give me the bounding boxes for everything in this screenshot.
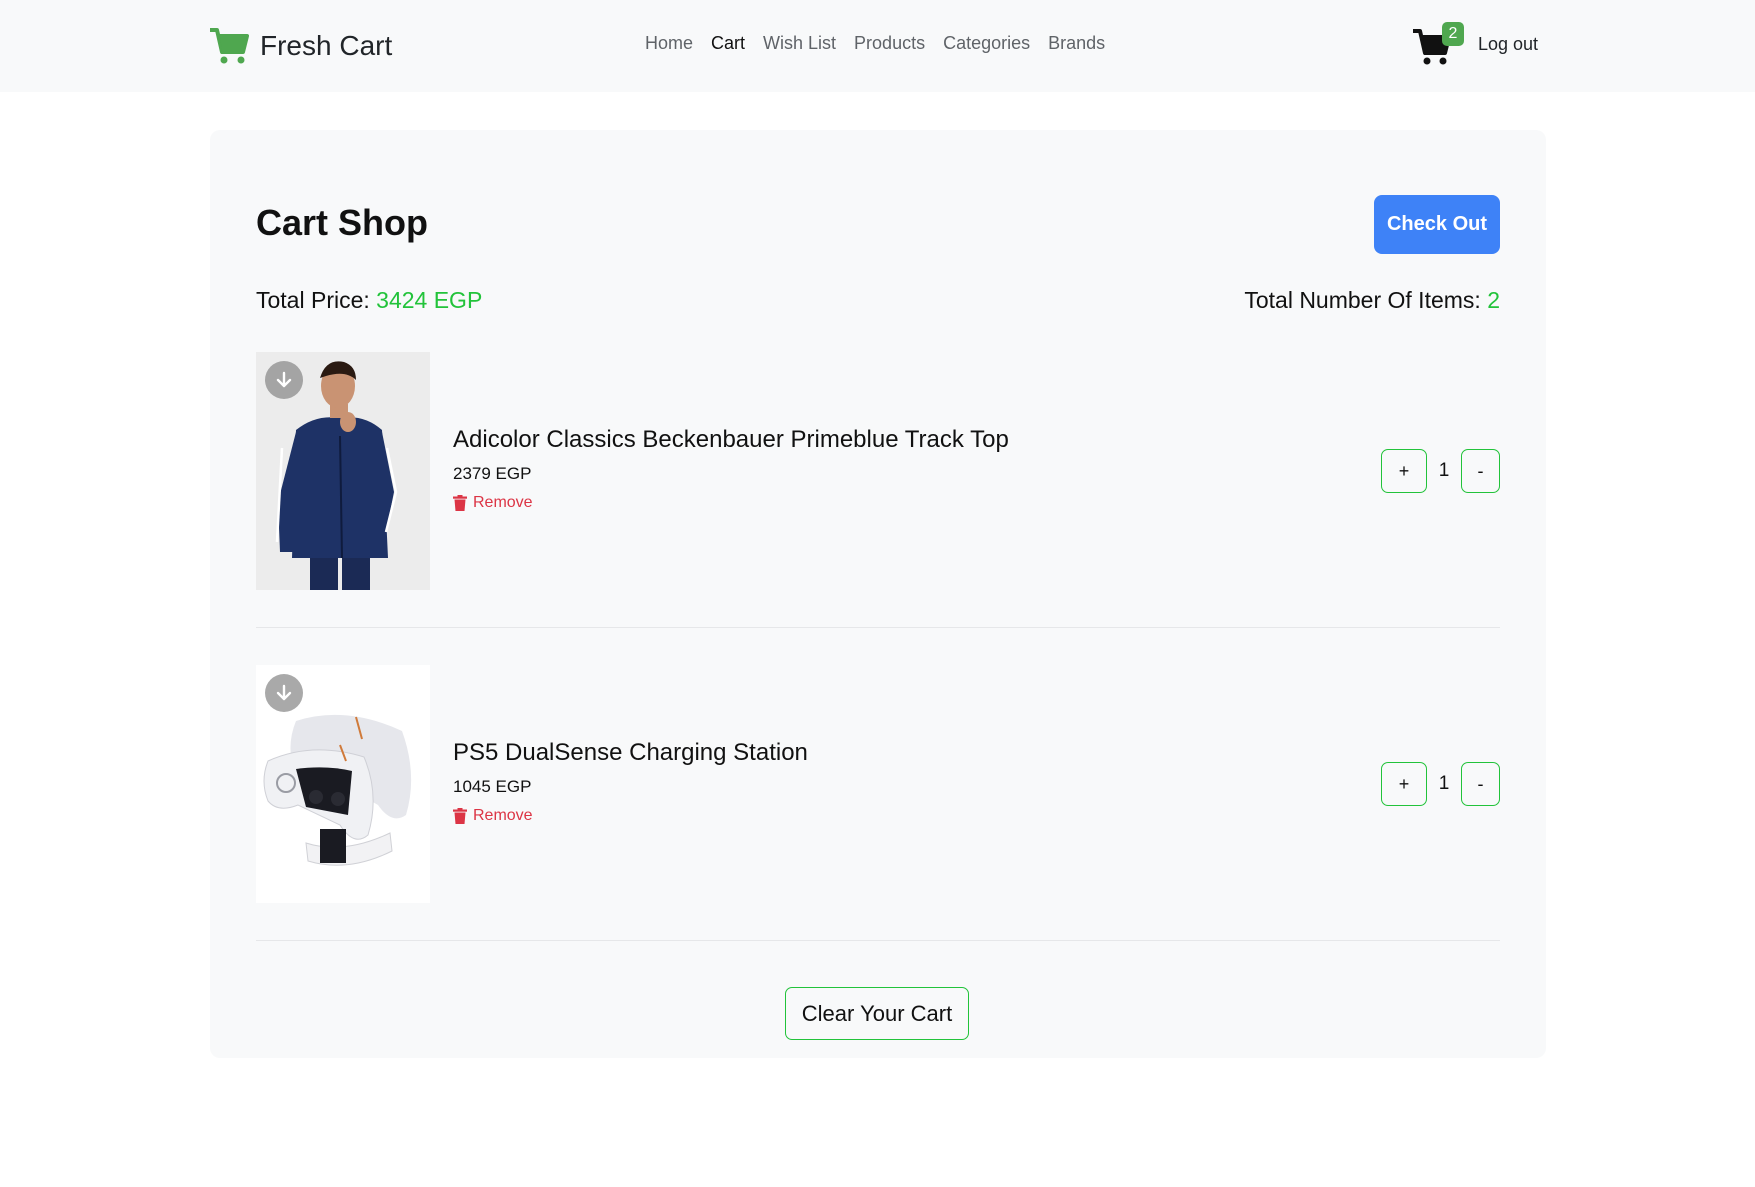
nav-link-home[interactable]: Home xyxy=(645,33,693,54)
product-image xyxy=(256,665,430,903)
product-image xyxy=(256,352,430,590)
total-items-value: 2 xyxy=(1487,287,1500,313)
item-divider xyxy=(256,940,1500,941)
nav-link-cart[interactable]: Cart xyxy=(711,33,745,54)
quantity-stepper: + 1 - xyxy=(1381,449,1500,493)
nav-link-products[interactable]: Products xyxy=(854,33,925,54)
increase-quantity-button[interactable]: + xyxy=(1381,762,1427,806)
total-price-value: 3424 EGP xyxy=(376,287,483,313)
cart-icon xyxy=(210,28,249,64)
nav-link-categories[interactable]: Categories xyxy=(943,33,1030,54)
total-price: Total Price: 3424 EGP xyxy=(256,287,482,314)
item-title: Adicolor Classics Beckenbauer Primeblue … xyxy=(453,426,1009,453)
brand-name: Fresh Cart xyxy=(260,30,393,61)
total-price-label: Total Price: xyxy=(256,287,370,313)
item-price: 2379 EGP xyxy=(453,464,532,483)
cart-button[interactable]: 2 xyxy=(1412,22,1464,66)
quantity-value: 1 xyxy=(1438,773,1450,794)
quantity-value: 1 xyxy=(1438,460,1450,481)
download-icon[interactable] xyxy=(265,361,303,399)
item-divider xyxy=(256,627,1500,628)
remove-label: Remove xyxy=(473,807,533,824)
nav-right: 2 Log out xyxy=(1412,20,1538,68)
checkout-button[interactable]: Check Out xyxy=(1374,195,1500,254)
trash-icon xyxy=(453,808,467,824)
item-title: PS5 DualSense Charging Station xyxy=(453,739,808,766)
item-info: Adicolor Classics Beckenbauer Primeblue … xyxy=(453,426,1009,512)
decrease-quantity-button[interactable]: - xyxy=(1461,449,1500,493)
remove-button[interactable]: Remove xyxy=(453,494,1009,512)
decrease-quantity-button[interactable]: - xyxy=(1461,762,1500,806)
nav-links: Home Cart Wish List Products Categories … xyxy=(645,28,1105,58)
cart-item: PS5 DualSense Charging Station 1045 EGP … xyxy=(256,665,1500,903)
cart-item: Adicolor Classics Beckenbauer Primeblue … xyxy=(256,352,1500,590)
cart-card: Cart Shop Check Out Total Price: 3424 EG… xyxy=(210,130,1546,1058)
total-items: Total Number Of Items: 2 xyxy=(1244,287,1500,314)
nav-link-wish-list[interactable]: Wish List xyxy=(763,33,836,54)
trash-icon xyxy=(453,495,467,511)
increase-quantity-button[interactable]: + xyxy=(1381,449,1427,493)
item-price: 1045 EGP xyxy=(453,777,532,796)
navbar: Fresh Cart Home Cart Wish List Products … xyxy=(0,0,1755,92)
page-title: Cart Shop xyxy=(256,202,429,243)
brand-link[interactable]: Fresh Cart xyxy=(208,24,392,68)
clear-cart-button[interactable]: Clear Your Cart xyxy=(785,987,969,1040)
remove-label: Remove xyxy=(473,494,533,511)
download-icon[interactable] xyxy=(265,674,303,712)
nav-link-brands[interactable]: Brands xyxy=(1048,33,1105,54)
total-items-label: Total Number Of Items: xyxy=(1244,287,1481,313)
item-info: PS5 DualSense Charging Station 1045 EGP … xyxy=(453,739,808,825)
logout-link[interactable]: Log out xyxy=(1478,34,1538,55)
quantity-stepper: + 1 - xyxy=(1381,762,1500,806)
cart-count-badge: 2 xyxy=(1442,22,1464,46)
remove-button[interactable]: Remove xyxy=(453,807,808,825)
